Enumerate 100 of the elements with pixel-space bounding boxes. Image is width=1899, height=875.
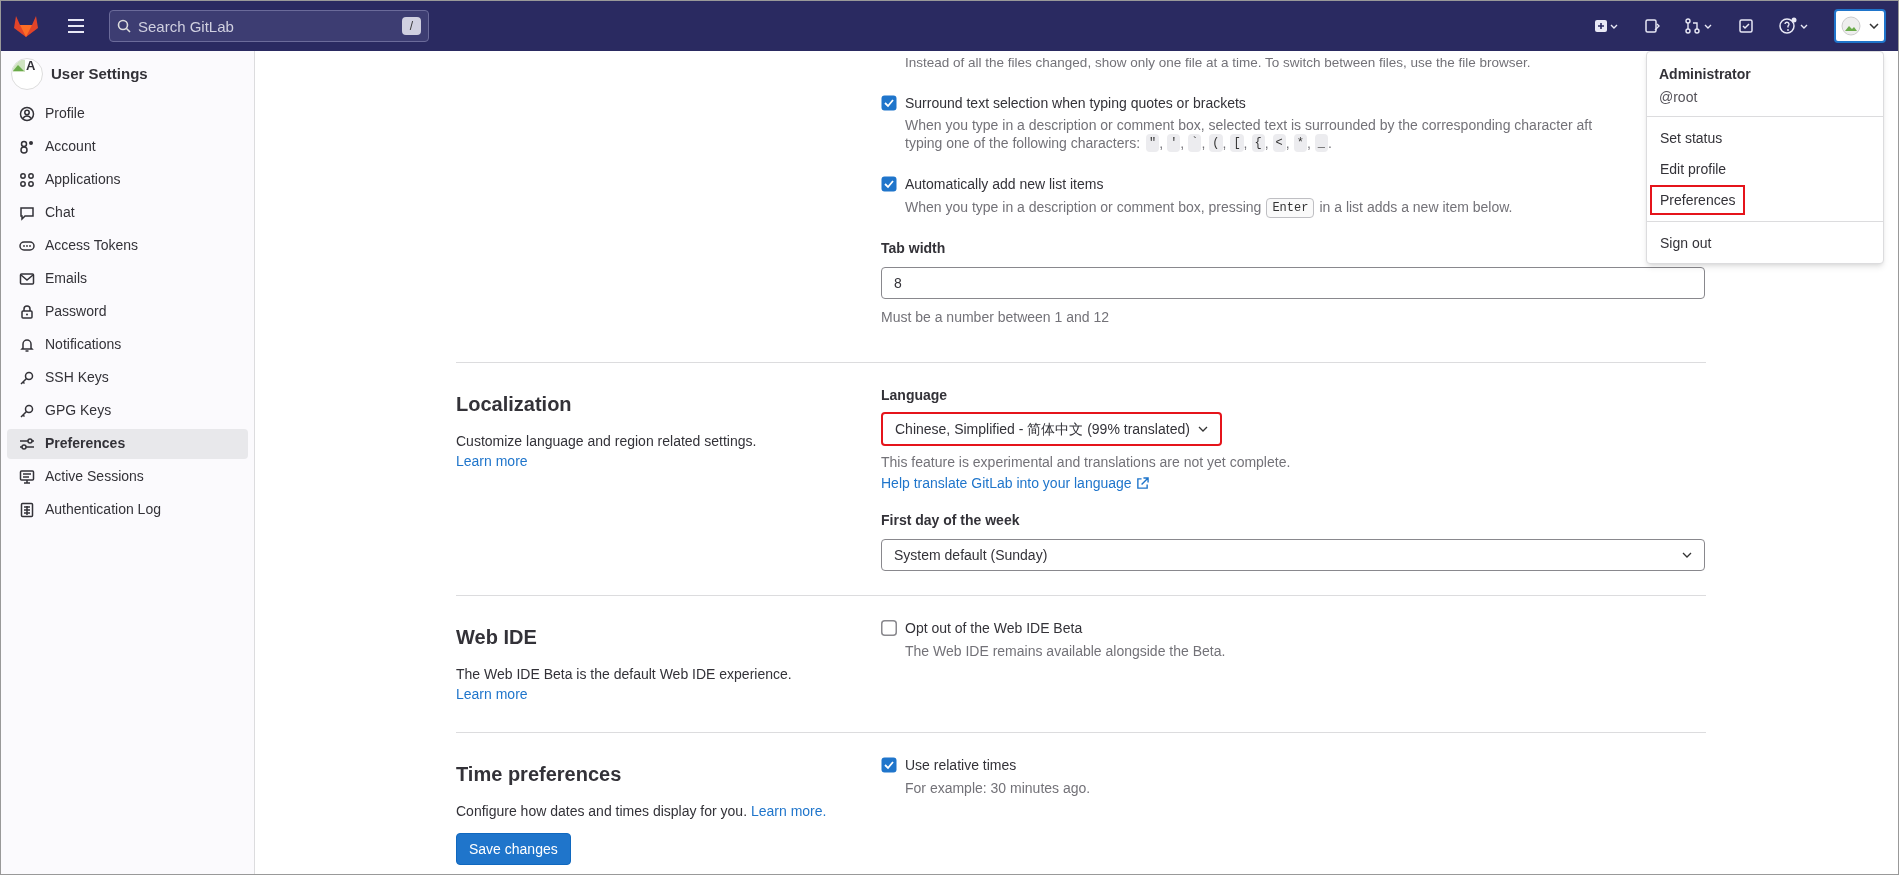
punctuation: , xyxy=(1222,134,1227,152)
checkbox-label[interactable]: Automatically add new list items xyxy=(905,174,1513,195)
punctuation: , xyxy=(1159,134,1164,152)
checkbox-label[interactable]: Use relative times xyxy=(905,755,1091,776)
external-link-icon xyxy=(1135,477,1149,490)
sliders-icon xyxy=(19,435,35,452)
username: @root xyxy=(1659,88,1699,107)
search-icon xyxy=(117,19,131,33)
menu-item[interactable]: Set status xyxy=(1650,123,1880,153)
user-name: Administrator xyxy=(1659,65,1752,84)
grid-icon xyxy=(19,171,35,188)
punctuation: , xyxy=(1180,134,1185,152)
sidebar-item[interactable]: SSH Keys xyxy=(7,362,248,393)
bell-icon xyxy=(19,336,35,353)
broken-image-icon xyxy=(12,59,26,73)
field-label: Language xyxy=(881,386,948,405)
help-text: For example: 30 minutes ago. xyxy=(905,779,1091,798)
language-select[interactable]: Chinese, Simplified - 简体中文 (99% translated) xyxy=(881,412,1222,446)
code-character: { xyxy=(1251,134,1265,152)
help-text: This feature is experimental and translations are not yet complete. xyxy=(881,453,1292,472)
checkbox[interactable] xyxy=(881,176,897,192)
chevron-down-icon xyxy=(1869,23,1879,29)
lock-icon xyxy=(19,303,35,320)
help-text: in a list adds a new item below. xyxy=(1319,198,1513,217)
user-gear-icon xyxy=(19,138,35,155)
help-text: When you type in a description or comment box, pressing xyxy=(905,198,1262,217)
section-description: Customize language and region related settings. Learn more xyxy=(456,432,758,471)
menu-icon[interactable] xyxy=(67,19,85,33)
sidebar-title: User Settings xyxy=(51,63,148,84)
sidebar-item[interactable]: Account xyxy=(7,131,248,162)
sidebar-item[interactable]: Active Sessions xyxy=(7,461,248,492)
checkbox[interactable] xyxy=(881,95,897,111)
menu-item[interactable]: Preferences xyxy=(1650,185,1746,215)
sidebar-item[interactable]: Applications xyxy=(7,164,248,195)
learn-more-link[interactable]: Learn more. xyxy=(750,803,827,819)
tab-width-input[interactable]: 8 xyxy=(881,267,1705,299)
sidebar-item[interactable]: Emails xyxy=(7,263,248,294)
punctuation: , xyxy=(1264,134,1269,152)
punctuation: , xyxy=(1306,134,1311,152)
punctuation: . xyxy=(1328,134,1332,152)
avatar-icon xyxy=(1841,16,1861,36)
help-icon[interactable] xyxy=(1778,17,1810,35)
monitor-icon xyxy=(19,468,35,485)
envelope-icon xyxy=(19,270,35,287)
merge-request-icon[interactable] xyxy=(1684,18,1714,34)
help-text: The Web IDE remains available alongside the Beta. xyxy=(905,642,1226,661)
checkbox[interactable] xyxy=(881,757,897,773)
user-avatar-button[interactable] xyxy=(1834,9,1886,43)
code-character: * xyxy=(1293,134,1307,152)
section-description: The Web IDE Beta is the default Web IDE experience. Learn more xyxy=(456,665,793,704)
menu-item[interactable]: Edit profile xyxy=(1650,154,1880,184)
chat-bubble-icon xyxy=(19,204,35,221)
key-icon xyxy=(19,402,35,419)
sidebar-item[interactable]: Password xyxy=(7,296,248,327)
section-heading: Web IDE xyxy=(456,625,538,650)
help-link[interactable]: Help translate GitLab into your language xyxy=(881,473,1149,494)
sidebar-item[interactable]: Profile xyxy=(7,98,248,129)
section-heading: Localization xyxy=(456,392,573,417)
code-character: _ xyxy=(1314,134,1328,152)
chevron-down-icon xyxy=(1197,426,1208,432)
list-icon xyxy=(19,501,35,518)
code-character: " xyxy=(1146,134,1160,152)
issues-icon[interactable] xyxy=(1644,18,1660,34)
punctuation: , xyxy=(1243,134,1248,152)
sidebar-item[interactable]: Authentication Log xyxy=(7,494,248,525)
help-text: Instead of all the files changed, show only one file at a time. To switch between files, use the file browser. xyxy=(904,55,1532,71)
sidebar-item[interactable]: Chat xyxy=(7,197,248,228)
menu-item[interactable]: Sign out xyxy=(1650,228,1880,258)
sidebar-item[interactable]: Access Tokens xyxy=(7,230,248,261)
code-character: ( xyxy=(1209,134,1223,152)
sidebar-item[interactable]: Notifications xyxy=(7,329,248,360)
plus-square-icon[interactable] xyxy=(1594,18,1620,34)
code-character: [ xyxy=(1230,134,1244,152)
section-description: Configure how dates and times display for you. Learn more. xyxy=(456,802,828,821)
save-button[interactable]: Save changes xyxy=(456,833,571,865)
code-character: ' xyxy=(1167,134,1181,152)
checkbox-label[interactable]: Opt out of the Web IDE Beta xyxy=(905,618,1226,639)
first-day-select[interactable]: System default (Sunday) xyxy=(881,539,1705,571)
shortcut-key: / xyxy=(401,17,421,35)
user-circle-icon xyxy=(19,105,35,122)
help-text: typing one of the following characters: xyxy=(905,134,1141,152)
chevron-down-icon xyxy=(1682,552,1692,558)
todo-check-icon[interactable] xyxy=(1738,18,1754,34)
learn-more-link[interactable]: Learn more xyxy=(456,686,528,702)
sidebar-item[interactable]: GPG Keys xyxy=(7,395,248,426)
help-text: When you type in a description or comment box, selected text is surrounded by the corresponding character aft xyxy=(905,116,1593,134)
learn-more-link[interactable]: Learn more xyxy=(456,453,528,469)
avatar-alt-text: A xyxy=(26,59,36,73)
checkbox[interactable] xyxy=(881,620,897,636)
section-heading: Time preferences xyxy=(456,762,623,787)
key-icon xyxy=(19,369,35,386)
key-label: Enter xyxy=(1266,197,1315,218)
punctuation: , xyxy=(1285,134,1290,152)
code-character: < xyxy=(1272,134,1286,152)
field-label: First day of the week xyxy=(881,511,1020,530)
fox-logo-icon[interactable] xyxy=(13,14,39,38)
checkbox-label[interactable]: Surround text selection when typing quotes or brackets xyxy=(905,93,1593,114)
help-text: Must be a number between 1 and 12 xyxy=(881,308,1111,327)
field-label: Tab width xyxy=(881,239,946,258)
sidebar-item[interactable]: Preferences xyxy=(7,428,248,459)
